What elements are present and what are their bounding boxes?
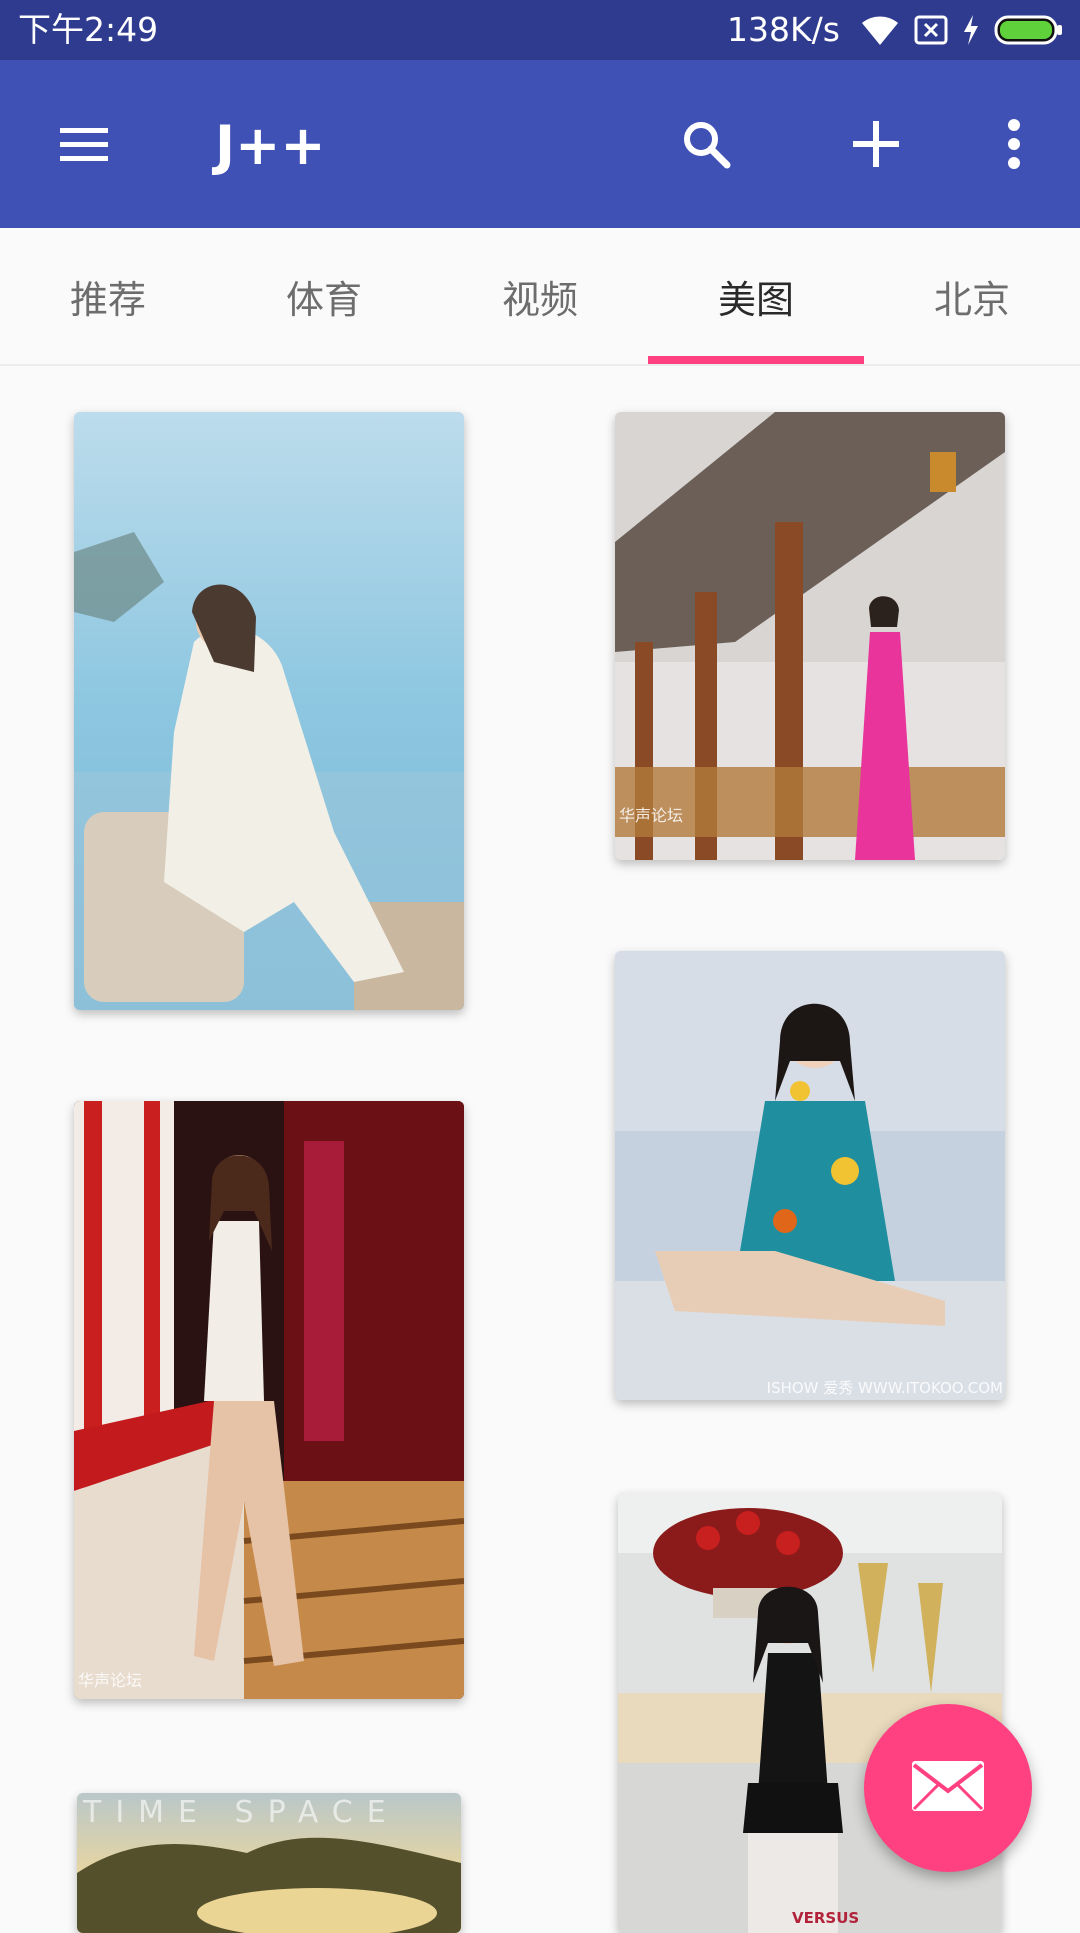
tab-pictures[interactable]: 美图 xyxy=(648,228,864,364)
menu-icon xyxy=(60,126,108,166)
photo-image xyxy=(615,412,1005,860)
wifi-icon xyxy=(860,13,900,47)
photo-card[interactable]: ISHOW 爱秀 WWW.ITOKOO.COM xyxy=(615,951,1005,1400)
search-button[interactable] xyxy=(670,110,742,182)
tab-indicator xyxy=(648,356,864,364)
photo-card[interactable]: 华声论坛 xyxy=(615,412,1005,860)
app-bar: J++ xyxy=(0,60,1080,228)
add-button[interactable] xyxy=(840,110,912,182)
photo-image xyxy=(615,951,1005,1400)
category-tabs: 推荐 体育 视频 美图 北京 xyxy=(0,228,1080,366)
tab-recommend[interactable]: 推荐 xyxy=(0,228,216,364)
watermark-text: VERSUS xyxy=(792,1909,860,1927)
tab-sports[interactable]: 体育 xyxy=(216,228,432,364)
tab-beijing[interactable]: 北京 xyxy=(864,228,1080,364)
mail-icon xyxy=(910,1759,986,1817)
photo-card[interactable]: 华声论坛 xyxy=(74,1101,464,1699)
add-icon xyxy=(851,119,901,173)
charging-icon xyxy=(962,14,980,46)
photo-card[interactable] xyxy=(74,412,464,1010)
status-time: 下午2:49 xyxy=(18,10,159,49)
network-speed: 138K/s xyxy=(727,10,840,49)
watermark-text: TIME SPACE xyxy=(83,1795,400,1830)
more-vert-icon xyxy=(1006,119,1022,173)
watermark-text: ISHOW 爱秀 WWW.ITOKOO.COM xyxy=(766,1379,1003,1397)
watermark-text: 华声论坛 xyxy=(619,806,684,825)
app-title: J++ xyxy=(215,114,326,177)
watermark-text: 华声论坛 xyxy=(78,1671,143,1690)
photo-image xyxy=(74,1101,464,1699)
photo-image xyxy=(74,412,464,1010)
photo-card[interactable]: TIME SPACE xyxy=(77,1793,461,1933)
menu-button[interactable] xyxy=(48,110,120,182)
status-indicators: 138K/s xyxy=(727,10,1064,50)
tab-video[interactable]: 视频 xyxy=(432,228,648,364)
more-options-button[interactable] xyxy=(978,110,1050,182)
search-icon xyxy=(681,119,731,173)
battery-icon xyxy=(994,15,1064,45)
compose-mail-button[interactable] xyxy=(864,1704,1032,1872)
status-bar: 下午2:49 138K/s xyxy=(0,0,1080,60)
no-sim-icon xyxy=(914,15,948,45)
